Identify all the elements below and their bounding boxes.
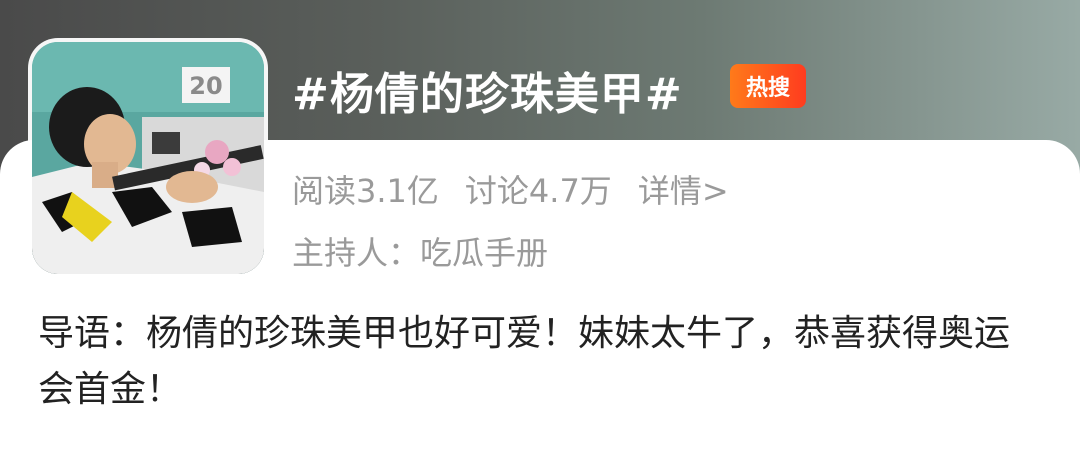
shooter-photo: 20: [32, 42, 264, 274]
discussion-count: 讨论4.7万: [464, 172, 612, 210]
topic-lead-text: 导语：杨倩的珍珠美甲也好可爱！妹妹太牛了，恭喜获得奥运会首金！: [38, 313, 1011, 410]
topic-thumbnail[interactable]: 20: [32, 42, 264, 274]
read-count: 阅读3.1亿: [292, 172, 439, 210]
range-number-sign: 20: [189, 72, 222, 100]
hot-search-badge: 热搜: [730, 64, 806, 108]
details-link[interactable]: 详情>: [638, 166, 729, 212]
topic-host: 主持人：吃瓜手册: [292, 234, 549, 272]
topic-title[interactable]: #杨倩的珍珠美甲#: [292, 58, 683, 122]
topic-stats: 阅读3.1亿 讨论4.7万 详情>: [292, 166, 729, 212]
